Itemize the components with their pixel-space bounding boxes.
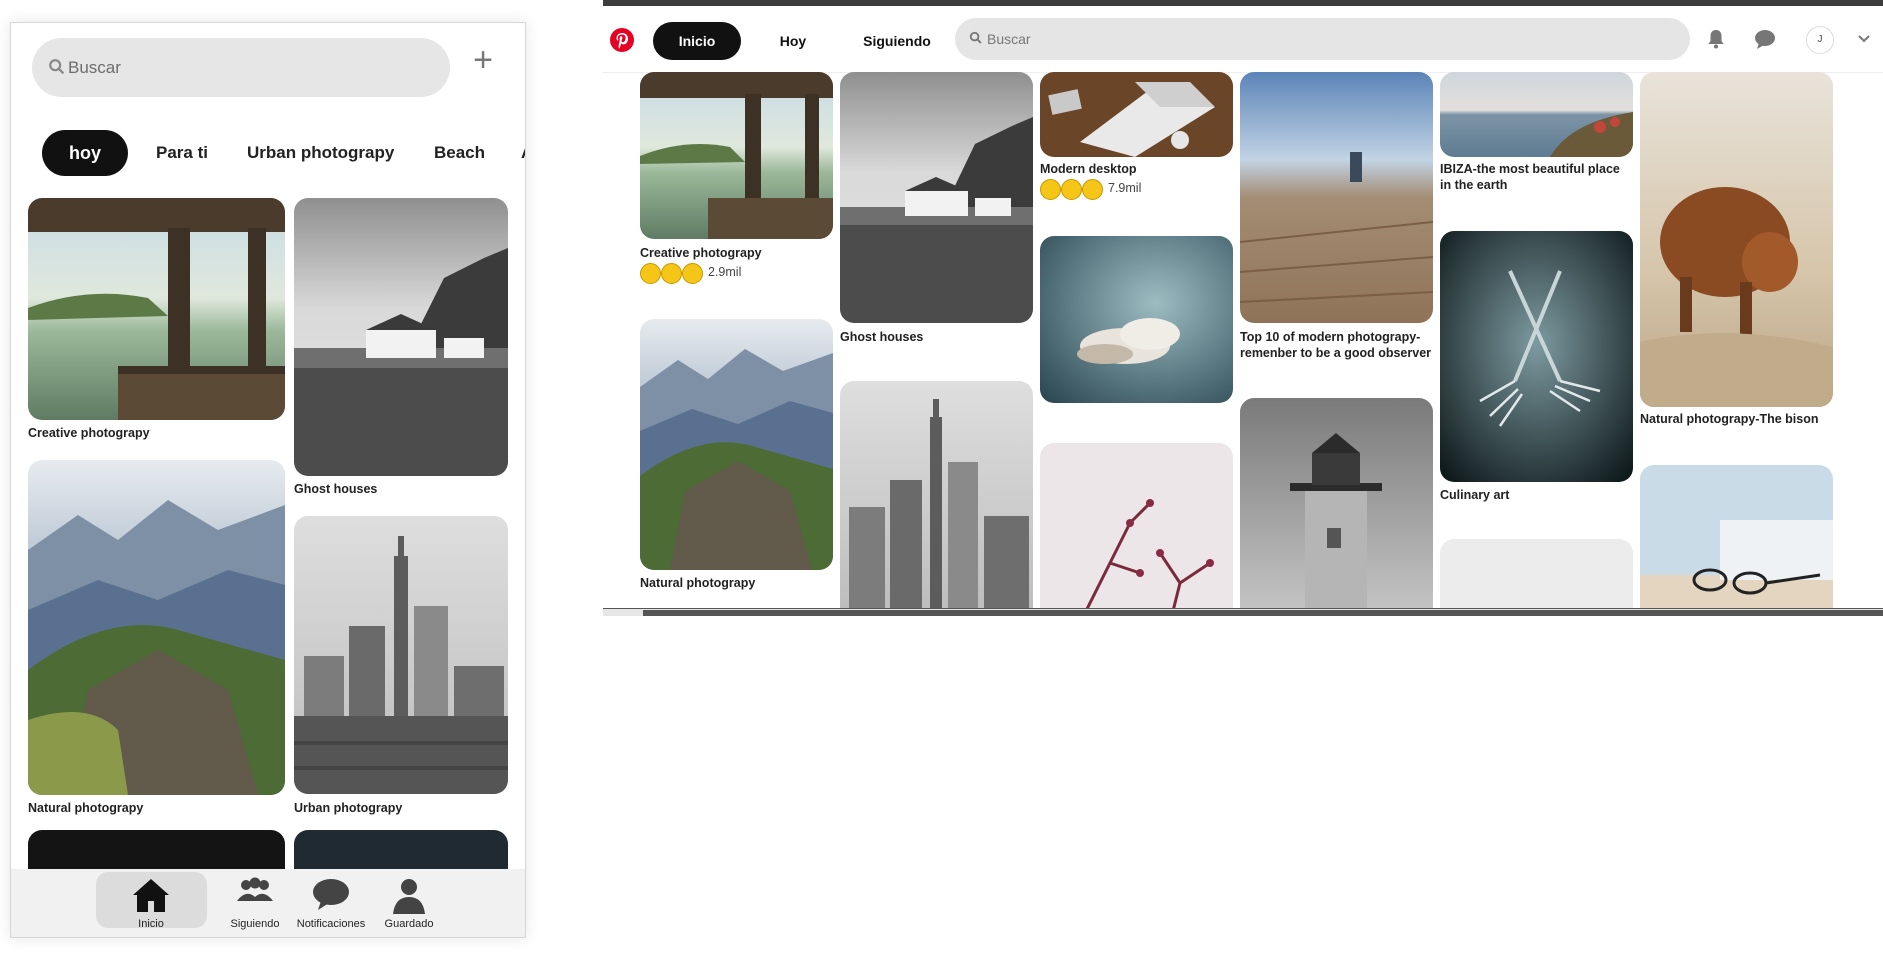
nav-label: Notificaciones bbox=[296, 918, 366, 930]
reactions: 2.9mil bbox=[640, 263, 833, 284]
pin-modern-desktop[interactable] bbox=[1040, 72, 1233, 157]
horizontal-scrollbar[interactable] bbox=[603, 608, 1883, 616]
desktop-app-frame: Inicio Hoy Siguiendo Buscar J Creative p… bbox=[603, 0, 1883, 616]
laugh-emoji-icon bbox=[640, 263, 661, 284]
pin-natural-photograpy[interactable] bbox=[28, 460, 285, 795]
pin-modern-photograpy[interactable] bbox=[1240, 72, 1433, 323]
pin-image bbox=[1440, 231, 1633, 482]
pin-caption: Ghost houses bbox=[294, 482, 378, 496]
pin-image bbox=[1240, 398, 1433, 608]
pin-image bbox=[1640, 72, 1833, 407]
pin-image bbox=[1240, 72, 1433, 323]
tab-beach[interactable]: Beach bbox=[434, 130, 485, 176]
pin-placeholder[interactable] bbox=[1440, 539, 1633, 608]
pin-lighthouse[interactable] bbox=[1240, 398, 1433, 608]
tab-ar[interactable]: Ar bbox=[521, 130, 525, 176]
smile-emoji-icon bbox=[1061, 179, 1082, 200]
pin-creative-photograpy[interactable] bbox=[640, 72, 833, 239]
pin-image bbox=[840, 381, 1033, 608]
user-icon bbox=[393, 879, 425, 914]
add-pin-button[interactable]: + bbox=[463, 40, 503, 80]
pin-urban-photograpy[interactable] bbox=[840, 381, 1033, 608]
pin-image bbox=[1440, 72, 1633, 157]
pin-caption: IBIZA-the most beautiful place in the ea… bbox=[1440, 162, 1620, 192]
wow-emoji-icon bbox=[682, 263, 703, 284]
pin-caption: Creative photograpy bbox=[28, 426, 150, 440]
pin-urban-photograpy[interactable] bbox=[294, 516, 508, 794]
reactions: 7.9mil bbox=[1040, 179, 1233, 200]
pin-image bbox=[294, 198, 508, 476]
tab-hoy[interactable]: hoy bbox=[42, 130, 128, 176]
reaction-count: 7.9mil bbox=[1108, 181, 1142, 195]
search-icon bbox=[49, 59, 65, 75]
scrollbar-thumb[interactable] bbox=[643, 610, 1883, 616]
pin-bison[interactable] bbox=[1640, 72, 1833, 407]
reaction-count: 2.9mil bbox=[708, 265, 742, 279]
pin-feed: Creative photograpy 2.9mil Natural photo… bbox=[603, 72, 1883, 608]
search-input[interactable]: Buscar bbox=[32, 38, 450, 97]
pin-image bbox=[1040, 443, 1233, 608]
pin-image bbox=[28, 460, 285, 795]
smile-emoji-icon bbox=[661, 263, 682, 284]
tab-para-ti[interactable]: Para ti bbox=[156, 130, 208, 176]
wow-emoji-icon bbox=[1082, 179, 1103, 200]
nav-label: Guardado bbox=[384, 918, 434, 930]
pin-culinary-art[interactable] bbox=[1440, 231, 1633, 482]
nav-siguiendo-button[interactable]: Siguiendo bbox=[847, 22, 947, 60]
nav-label: Inicio bbox=[138, 918, 164, 930]
laugh-emoji-icon bbox=[1040, 179, 1061, 200]
pin-caption: Modern desktop bbox=[1040, 162, 1137, 176]
pin-image bbox=[640, 319, 833, 570]
search-placeholder: Buscar bbox=[987, 31, 1031, 47]
nav-inicio-button[interactable]: Inicio bbox=[653, 22, 741, 60]
pin-image bbox=[1040, 72, 1233, 157]
header: Inicio Hoy Siguiendo Buscar J bbox=[603, 6, 1883, 73]
bell-icon[interactable] bbox=[1704, 27, 1728, 51]
chevron-down-icon[interactable] bbox=[1857, 32, 1871, 46]
pin-creative-photograpy[interactable] bbox=[28, 198, 285, 420]
mobile-app-frame: Buscar + hoy Para ti Urban photograpy Be… bbox=[10, 22, 526, 938]
pin-image bbox=[640, 72, 833, 239]
pin-image bbox=[1640, 465, 1833, 608]
nav-inicio[interactable]: Inicio bbox=[106, 869, 196, 937]
pin-clouds[interactable] bbox=[1040, 236, 1233, 403]
home-icon bbox=[133, 879, 169, 912]
nav-hoy-button[interactable]: Hoy bbox=[755, 22, 831, 60]
nav-guardado[interactable]: Guardado bbox=[364, 869, 454, 937]
pin-caption: Natural photograpy-The bison bbox=[1640, 412, 1819, 426]
pin-glasses[interactable] bbox=[1640, 465, 1833, 608]
pin-caption: Natural photograpy bbox=[28, 801, 144, 815]
pin-caption: Top 10 of modern photograpy-remenber to … bbox=[1240, 330, 1432, 360]
search-placeholder: Buscar bbox=[68, 58, 121, 77]
nav-notificaciones[interactable]: Notificaciones bbox=[286, 869, 376, 937]
pin-ghost-houses[interactable] bbox=[294, 198, 508, 476]
pin-image bbox=[294, 516, 508, 794]
pin-branches[interactable] bbox=[1040, 443, 1233, 608]
tab-urban-photograpy[interactable]: Urban photograpy bbox=[247, 130, 394, 176]
pin-caption: Natural photograpy bbox=[640, 576, 756, 590]
avatar[interactable]: J bbox=[1806, 26, 1834, 54]
pin-caption: Culinary art bbox=[1440, 488, 1510, 502]
search-icon bbox=[969, 31, 982, 44]
pin-image bbox=[1040, 236, 1233, 403]
pin-caption: Urban photograpy bbox=[294, 801, 403, 815]
people-icon bbox=[237, 877, 273, 901]
pin-ghost-houses[interactable] bbox=[840, 72, 1033, 323]
pin-image bbox=[28, 198, 285, 420]
pin-caption: Ghost houses bbox=[840, 330, 924, 344]
search-input[interactable]: Buscar bbox=[955, 18, 1690, 60]
pin-ibiza[interactable] bbox=[1440, 72, 1633, 157]
pin-natural-photograpy[interactable] bbox=[640, 319, 833, 570]
pin-image bbox=[840, 72, 1033, 323]
topic-tabs: hoy Para ti Urban photograpy Beach Ar bbox=[30, 130, 525, 176]
bottom-navigation: Inicio Siguiendo Notificaciones Guardado bbox=[11, 869, 525, 937]
pin-caption: Creative photograpy bbox=[640, 246, 762, 260]
pinterest-logo-icon[interactable] bbox=[609, 27, 635, 53]
chat-icon bbox=[313, 879, 349, 910]
message-icon[interactable] bbox=[1753, 27, 1777, 51]
